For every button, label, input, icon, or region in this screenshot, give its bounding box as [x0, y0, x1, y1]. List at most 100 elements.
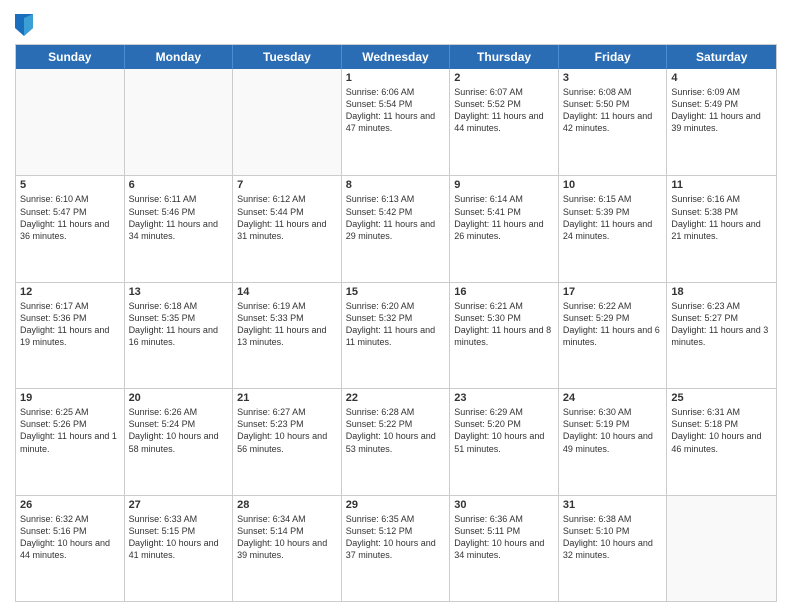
day-number: 13: [129, 286, 229, 298]
day-number: 24: [563, 392, 663, 404]
day-number: 12: [20, 286, 120, 298]
day-number: 22: [346, 392, 446, 404]
day-number: 16: [454, 286, 554, 298]
calendar-cell: [125, 69, 234, 175]
calendar-cell: 29 Sunrise: 6:35 AMSunset: 5:12 PMDayligh…: [342, 496, 451, 601]
cell-content: Sunrise: 6:13 AMSunset: 5:42 PMDaylight:…: [346, 193, 446, 242]
cell-content: Sunrise: 6:17 AMSunset: 5:36 PMDaylight:…: [20, 300, 120, 349]
calendar-row-2: 12 Sunrise: 6:17 AMSunset: 5:36 PMDayligh…: [16, 282, 776, 388]
cell-content: Sunrise: 6:18 AMSunset: 5:35 PMDaylight:…: [129, 300, 229, 349]
cell-content: Sunrise: 6:27 AMSunset: 5:23 PMDaylight:…: [237, 406, 337, 455]
calendar-cell: [16, 69, 125, 175]
day-header-friday: Friday: [559, 45, 668, 69]
calendar-row-0: 1 Sunrise: 6:06 AMSunset: 5:54 PMDaylight…: [16, 69, 776, 175]
day-number: 26: [20, 499, 120, 511]
calendar-cell: [233, 69, 342, 175]
day-number: 2: [454, 72, 554, 84]
day-number: 28: [237, 499, 337, 511]
calendar-cell: 20 Sunrise: 6:26 AMSunset: 5:24 PMDayligh…: [125, 389, 234, 494]
cell-content: Sunrise: 6:06 AMSunset: 5:54 PMDaylight:…: [346, 86, 446, 135]
calendar-cell: 19Sunrise: 6:25 AMSunset: 5:26 PMDayligh…: [16, 389, 125, 494]
cell-content: Sunrise: 6:11 AMSunset: 5:46 PMDaylight:…: [129, 193, 229, 242]
day-number: 23: [454, 392, 554, 404]
cell-content: Sunrise: 6:33 AMSunset: 5:15 PMDaylight:…: [129, 513, 229, 562]
calendar-cell: [667, 496, 776, 601]
cell-content: Sunrise: 6:32 AMSunset: 5:16 PMDaylight:…: [20, 513, 120, 562]
calendar-cell: 4 Sunrise: 6:09 AMSunset: 5:49 PMDaylight…: [667, 69, 776, 175]
calendar-cell: 30 Sunrise: 6:36 AMSunset: 5:11 PMDayligh…: [450, 496, 559, 601]
day-number: 1: [346, 72, 446, 84]
day-number: 8: [346, 179, 446, 191]
day-header-monday: Monday: [125, 45, 234, 69]
logo: [15, 14, 36, 36]
calendar-cell: 10Sunrise: 6:15 AMSunset: 5:39 PMDayligh…: [559, 176, 668, 281]
calendar-cell: 2 Sunrise: 6:07 AMSunset: 5:52 PMDaylight…: [450, 69, 559, 175]
cell-content: Sunrise: 6:26 AMSunset: 5:24 PMDaylight:…: [129, 406, 229, 455]
day-number: 14: [237, 286, 337, 298]
cell-content: Sunrise: 6:23 AMSunset: 5:27 PMDaylight:…: [671, 300, 772, 349]
calendar-cell: 14Sunrise: 6:19 AMSunset: 5:33 PMDayligh…: [233, 283, 342, 388]
cell-content: Sunrise: 6:20 AMSunset: 5:32 PMDaylight:…: [346, 300, 446, 349]
day-number: 30: [454, 499, 554, 511]
calendar-cell: 31 Sunrise: 6:38 AMSunset: 5:10 PMDayligh…: [559, 496, 668, 601]
calendar-cell: 26 Sunrise: 6:32 AMSunset: 5:16 PMDayligh…: [16, 496, 125, 601]
calendar-cell: 11Sunrise: 6:16 AMSunset: 5:38 PMDayligh…: [667, 176, 776, 281]
cell-content: Sunrise: 6:10 AMSunset: 5:47 PMDaylight:…: [20, 193, 120, 242]
calendar-header: SundayMondayTuesdayWednesdayThursdayFrid…: [16, 45, 776, 69]
calendar-cell: 16 Sunrise: 6:21 AMSunset: 5:30 PMDayligh…: [450, 283, 559, 388]
calendar-cell: 28 Sunrise: 6:34 AMSunset: 5:14 PMDayligh…: [233, 496, 342, 601]
calendar-row-4: 26 Sunrise: 6:32 AMSunset: 5:16 PMDayligh…: [16, 495, 776, 601]
calendar-cell: 12 Sunrise: 6:17 AMSunset: 5:36 PMDayligh…: [16, 283, 125, 388]
day-number: 4: [671, 72, 772, 84]
calendar-cell: 6Sunrise: 6:11 AMSunset: 5:46 PMDaylight…: [125, 176, 234, 281]
calendar-row-1: 5Sunrise: 6:10 AMSunset: 5:47 PMDaylight…: [16, 175, 776, 281]
cell-content: Sunrise: 6:31 AMSunset: 5:18 PMDaylight:…: [671, 406, 772, 455]
day-number: 27: [129, 499, 229, 511]
cell-content: Sunrise: 6:35 AMSunset: 5:12 PMDaylight:…: [346, 513, 446, 562]
day-header-wednesday: Wednesday: [342, 45, 451, 69]
calendar-body: 1 Sunrise: 6:06 AMSunset: 5:54 PMDaylight…: [16, 69, 776, 601]
day-number: 31: [563, 499, 663, 511]
calendar-cell: 15 Sunrise: 6:20 AMSunset: 5:32 PMDayligh…: [342, 283, 451, 388]
cell-content: Sunrise: 6:36 AMSunset: 5:11 PMDaylight:…: [454, 513, 554, 562]
day-number: 25: [671, 392, 772, 404]
cell-content: Sunrise: 6:29 AMSunset: 5:20 PMDaylight:…: [454, 406, 554, 455]
calendar-cell: 21Sunrise: 6:27 AMSunset: 5:23 PMDayligh…: [233, 389, 342, 494]
header: [15, 10, 777, 36]
calendar-cell: 9Sunrise: 6:14 AMSunset: 5:41 PMDaylight…: [450, 176, 559, 281]
calendar-cell: 25 Sunrise: 6:31 AMSunset: 5:18 PMDayligh…: [667, 389, 776, 494]
day-number: 20: [129, 392, 229, 404]
day-header-thursday: Thursday: [450, 45, 559, 69]
calendar: SundayMondayTuesdayWednesdayThursdayFrid…: [15, 44, 777, 602]
calendar-cell: 18 Sunrise: 6:23 AMSunset: 5:27 PMDayligh…: [667, 283, 776, 388]
calendar-cell: 8 Sunrise: 6:13 AMSunset: 5:42 PMDaylight…: [342, 176, 451, 281]
cell-content: Sunrise: 6:21 AMSunset: 5:30 PMDaylight:…: [454, 300, 554, 349]
day-number: 19: [20, 392, 120, 404]
day-number: 11: [671, 179, 772, 191]
day-header-tuesday: Tuesday: [233, 45, 342, 69]
cell-content: Sunrise: 6:09 AMSunset: 5:49 PMDaylight:…: [671, 86, 772, 135]
day-number: 29: [346, 499, 446, 511]
cell-content: Sunrise: 6:28 AMSunset: 5:22 PMDaylight:…: [346, 406, 446, 455]
day-header-sunday: Sunday: [16, 45, 125, 69]
cell-content: Sunrise: 6:07 AMSunset: 5:52 PMDaylight:…: [454, 86, 554, 135]
calendar-cell: 7 Sunrise: 6:12 AMSunset: 5:44 PMDaylight…: [233, 176, 342, 281]
cell-content: Sunrise: 6:14 AMSunset: 5:41 PMDaylight:…: [454, 193, 554, 242]
day-number: 3: [563, 72, 663, 84]
calendar-cell: 17 Sunrise: 6:22 AMSunset: 5:29 PMDayligh…: [559, 283, 668, 388]
day-header-saturday: Saturday: [667, 45, 776, 69]
cell-content: Sunrise: 6:22 AMSunset: 5:29 PMDaylight:…: [563, 300, 663, 349]
logo-icon: [15, 14, 33, 36]
calendar-cell: 1 Sunrise: 6:06 AMSunset: 5:54 PMDaylight…: [342, 69, 451, 175]
cell-content: Sunrise: 6:12 AMSunset: 5:44 PMDaylight:…: [237, 193, 337, 242]
calendar-cell: 27 Sunrise: 6:33 AMSunset: 5:15 PMDayligh…: [125, 496, 234, 601]
day-number: 18: [671, 286, 772, 298]
day-number: 7: [237, 179, 337, 191]
day-number: 15: [346, 286, 446, 298]
cell-content: Sunrise: 6:38 AMSunset: 5:10 PMDaylight:…: [563, 513, 663, 562]
cell-content: Sunrise: 6:34 AMSunset: 5:14 PMDaylight:…: [237, 513, 337, 562]
calendar-cell: 3Sunrise: 6:08 AMSunset: 5:50 PMDaylight…: [559, 69, 668, 175]
day-number: 10: [563, 179, 663, 191]
day-number: 17: [563, 286, 663, 298]
page: SundayMondayTuesdayWednesdayThursdayFrid…: [0, 0, 792, 612]
